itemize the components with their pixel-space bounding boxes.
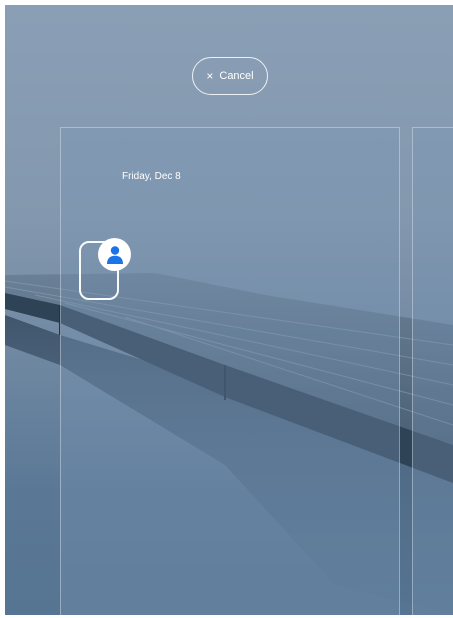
- lock-screen-preview[interactable]: [60, 127, 400, 615]
- avatar[interactable]: [98, 238, 131, 271]
- date-label: Friday, Dec 8: [122, 171, 181, 182]
- cancel-button[interactable]: × Cancel: [192, 57, 268, 95]
- close-icon: ×: [206, 69, 214, 83]
- cancel-label: Cancel: [219, 70, 254, 82]
- person-icon: [106, 245, 123, 264]
- next-lock-screen-preview[interactable]: [412, 127, 453, 615]
- lock-screen-edit: × Cancel Friday, Dec 8: [5, 5, 453, 615]
